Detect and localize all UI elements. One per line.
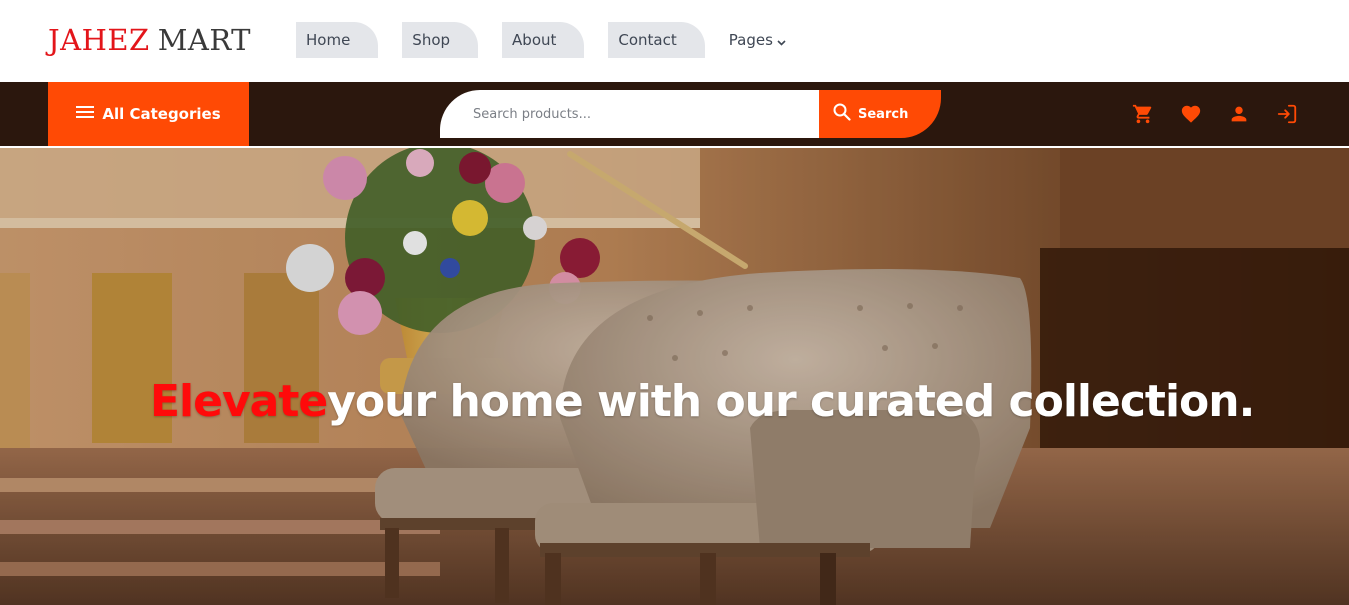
login-icon[interactable]	[1276, 103, 1298, 125]
search-button-label: Search	[858, 106, 909, 122]
header-actions	[1132, 103, 1298, 125]
top-header: JAHEZ MART Home Shop About Contact Pages	[0, 0, 1349, 82]
nav-item-about[interactable]: About	[502, 22, 585, 58]
logo-part-mart: MART	[157, 23, 251, 57]
hero-banner: Elevateyour home with our curated collec…	[0, 146, 1349, 605]
search-icon	[833, 103, 851, 125]
hero-headline-rest: your home with our curated collection.	[327, 376, 1255, 427]
category-search-bar: All Categories Search	[0, 82, 1349, 146]
nav-item-shop[interactable]: Shop	[402, 22, 479, 58]
heart-icon[interactable]	[1180, 103, 1202, 125]
all-categories-label: All Categories	[102, 105, 221, 123]
chevron-down-icon	[777, 32, 786, 50]
site-logo[interactable]: JAHEZ MART	[48, 24, 251, 56]
nav-item-pages-dropdown[interactable]: Pages	[729, 22, 786, 58]
hero-headline: Elevateyour home with our curated collec…	[150, 374, 1255, 430]
user-icon[interactable]	[1228, 103, 1250, 125]
search-form: Search	[440, 90, 941, 138]
logo-part-jahez: JAHEZ	[48, 23, 150, 57]
search-input[interactable]	[440, 90, 819, 138]
main-nav: Home Shop About Contact Pages	[296, 22, 786, 58]
search-button[interactable]: Search	[819, 90, 941, 138]
hero-headline-accent: Elevate	[150, 376, 328, 427]
cart-icon[interactable]	[1132, 103, 1154, 125]
nav-item-pages-label: Pages	[728, 31, 773, 49]
all-categories-button[interactable]: All Categories	[48, 82, 249, 146]
hamburger-menu-icon	[76, 105, 95, 123]
nav-item-contact[interactable]: Contact	[608, 22, 705, 58]
nav-item-home[interactable]: Home	[296, 22, 379, 58]
